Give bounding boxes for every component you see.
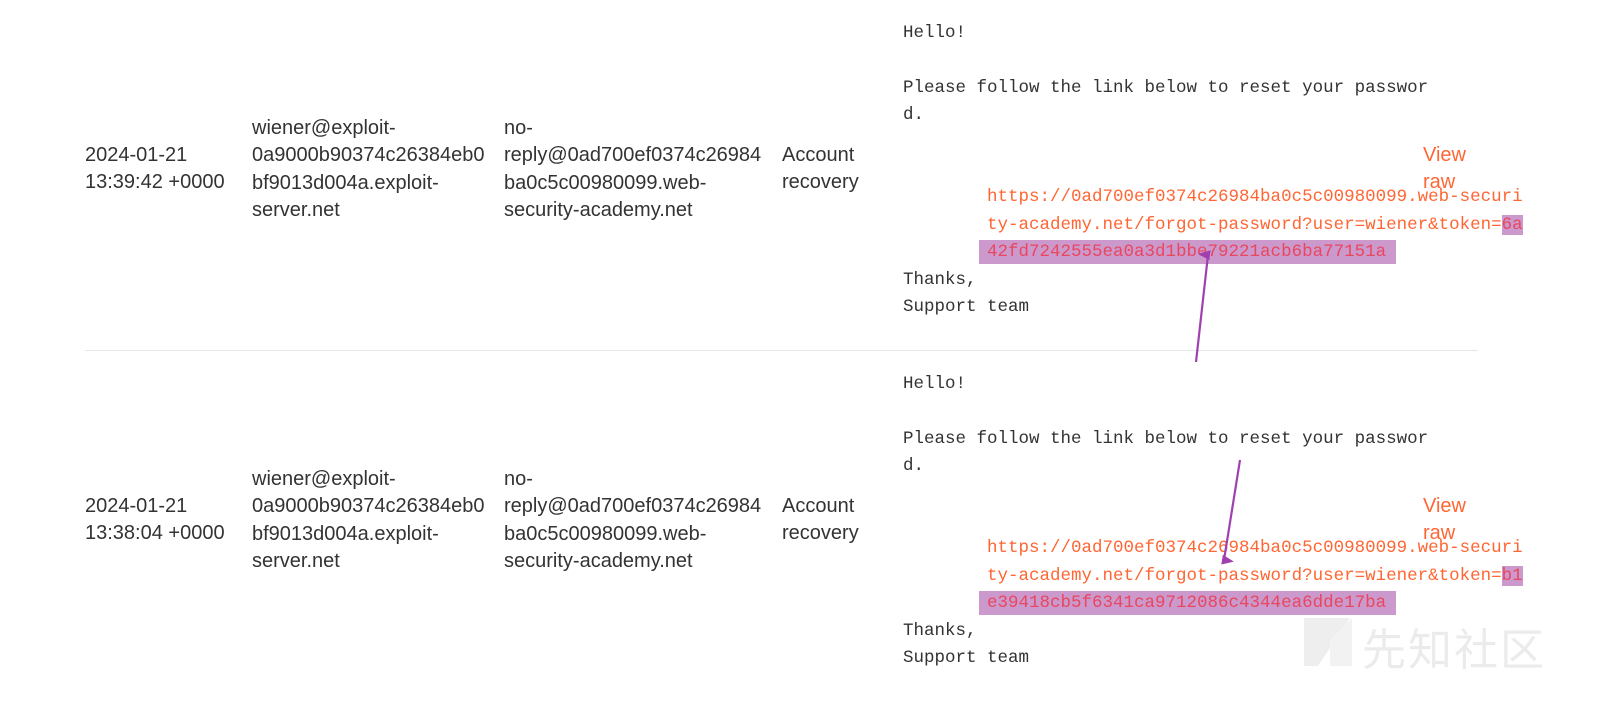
view-raw-label[interactable]: View	[1423, 142, 1473, 169]
subject-line: recovery	[782, 171, 859, 194]
date-line: 2024-01-21	[85, 495, 188, 517]
to-line: 0a9000b90374c26384eb0	[252, 144, 485, 167]
to-line: bf9013d004a.exploit-	[252, 171, 439, 194]
email-subject: Account recovery	[782, 493, 872, 548]
to-line: server.net	[252, 199, 340, 222]
view-raw-label[interactable]: raw	[1423, 169, 1473, 196]
to-line: wiener@exploit-	[252, 468, 396, 490]
email-subject: Account recovery	[782, 142, 872, 197]
to-line: wiener@exploit-	[252, 117, 396, 139]
email-row: 2024-01-21 13:39:42 +0000 wiener@exploit…	[85, 0, 1523, 351]
watermark: 先知社区	[1300, 610, 1600, 680]
body-text: Please follow the link below to reset yo…	[903, 77, 1429, 98]
body-text: d.	[903, 105, 925, 126]
body-greeting: Hello!	[903, 23, 967, 43]
watermark-text: 先知社区	[1362, 625, 1546, 676]
body-thanks: Thanks,	[903, 269, 977, 290]
token-highlight[interactable]: b1	[1501, 565, 1523, 586]
from-line: reply@0ad700ef0374c26984	[504, 495, 762, 518]
to-line: server.net	[252, 550, 340, 573]
from-line: security-academy.net	[504, 550, 693, 573]
time-line: 13:39:42 +0000	[85, 171, 225, 194]
email-row: 2024-01-21 13:38:04 +0000 wiener@exploit…	[85, 351, 1523, 701]
token-highlight[interactable]: 42fd7242555ea0a3d1bbe79221acb6ba77151a	[979, 240, 1397, 265]
subject-line: recovery	[782, 522, 859, 545]
time-line: 13:38:04 +0000	[85, 522, 225, 545]
email-date: 2024-01-21 13:38:04 +0000	[85, 493, 245, 548]
body-text: Please follow the link below to reset yo…	[903, 428, 1429, 449]
from-line: no-	[504, 468, 533, 490]
view-raw-link[interactable]: View raw	[1423, 142, 1473, 197]
email-to: wiener@exploit- 0a9000b90374c26384eb0 bf…	[252, 115, 487, 225]
view-raw-label[interactable]: View	[1423, 493, 1473, 520]
reset-link-text[interactable]: ty-academy.net/forgot-password?user=wien…	[987, 566, 1502, 586]
subject-line: Account	[782, 144, 855, 166]
reset-link[interactable]: https://0ad700ef0374c26984ba0c5c00980099…	[903, 157, 1523, 207]
email-to: wiener@exploit- 0a9000b90374c26384eb0 bf…	[252, 466, 487, 576]
email-body: Hello! Please follow the link below to r…	[903, 20, 1523, 321]
from-line: no-	[504, 117, 533, 139]
view-raw-link[interactable]: View raw	[1423, 493, 1473, 548]
email-date: 2024-01-21 13:39:42 +0000	[85, 142, 245, 197]
body-text: d.	[903, 456, 925, 477]
to-line: bf9013d004a.exploit-	[252, 522, 439, 545]
body-greeting: Hello!	[903, 374, 967, 394]
from-line: reply@0ad700ef0374c26984	[504, 144, 762, 167]
date-line: 2024-01-21	[85, 144, 188, 166]
token-highlight[interactable]: 6a	[1501, 214, 1523, 235]
watermark-logo-icon	[1304, 618, 1352, 666]
to-line: 0a9000b90374c26384eb0	[252, 495, 485, 518]
subject-line: Account	[782, 495, 855, 517]
email-from: no- reply@0ad700ef0374c26984 ba0c5c00980…	[504, 466, 766, 576]
from-line: security-academy.net	[504, 199, 693, 222]
body-signature: Support team	[903, 296, 1030, 317]
email-from: no- reply@0ad700ef0374c26984 ba0c5c00980…	[504, 115, 766, 225]
from-line: ba0c5c00980099.web-	[504, 522, 707, 545]
view-raw-label[interactable]: raw	[1423, 520, 1473, 547]
reset-link-text[interactable]: ty-academy.net/forgot-password?user=wien…	[987, 215, 1502, 235]
from-line: ba0c5c00980099.web-	[504, 171, 707, 194]
reset-link[interactable]: https://0ad700ef0374c26984ba0c5c00980099…	[903, 508, 1523, 558]
